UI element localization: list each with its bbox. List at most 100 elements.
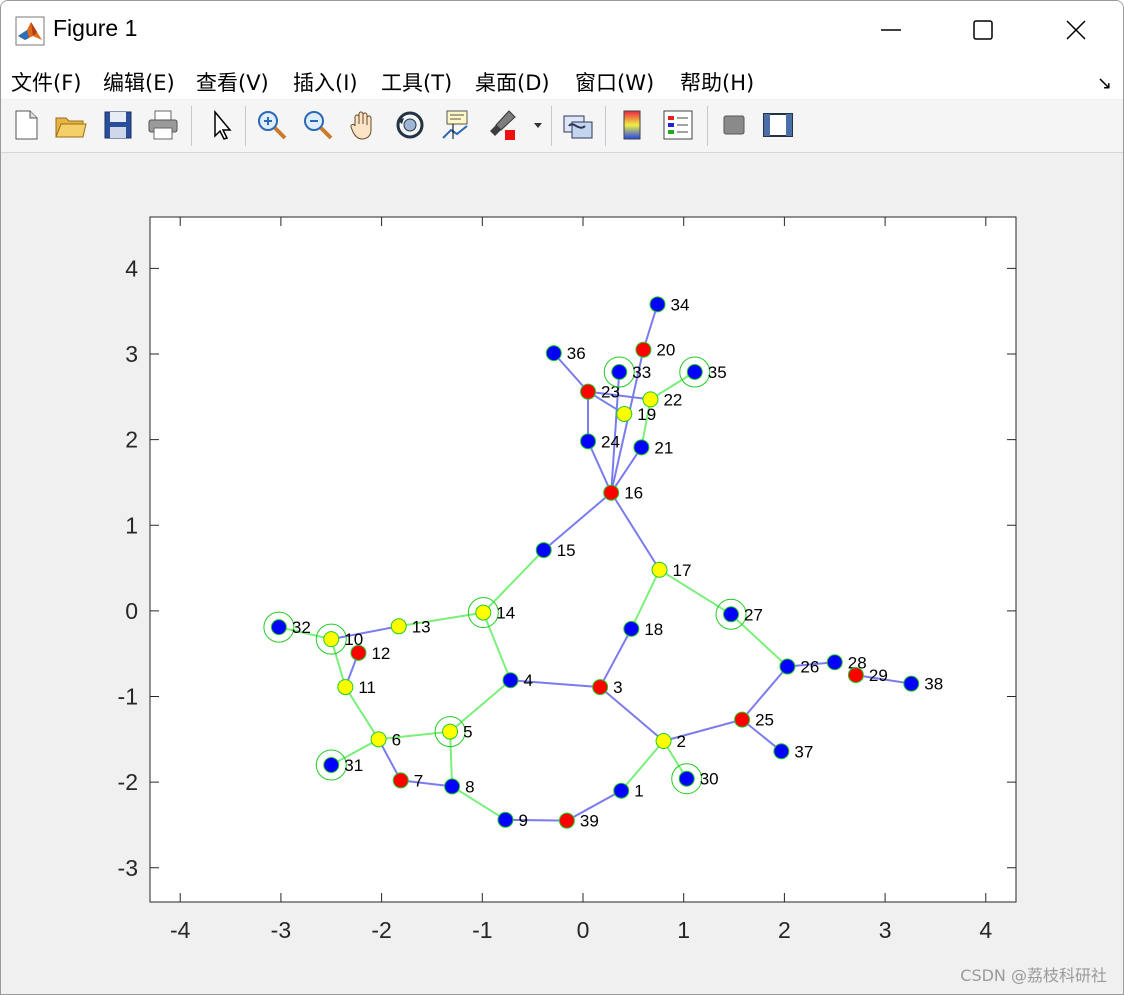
- graph-node: [580, 433, 597, 450]
- menu-insert[interactable]: 插入(I): [293, 67, 358, 97]
- graph-node: [616, 405, 633, 422]
- y-tick-label: -2: [118, 769, 138, 795]
- save-icon[interactable]: [101, 108, 135, 142]
- graph-node: [323, 631, 340, 648]
- graph-node: [655, 733, 672, 750]
- node-label: 1: [634, 782, 643, 801]
- node-label: 33: [632, 363, 651, 382]
- node-label: 39: [580, 812, 599, 831]
- new-figure-icon[interactable]: [9, 108, 43, 142]
- node-label: 34: [671, 295, 690, 314]
- graph-node: [649, 296, 666, 313]
- data-cursor-icon[interactable]: [439, 108, 473, 142]
- x-tick-label: -4: [170, 917, 191, 943]
- pan-hand-icon[interactable]: [347, 108, 381, 142]
- graph-node: [350, 644, 367, 661]
- x-tick-label: -3: [271, 917, 291, 943]
- x-tick-label: 4: [979, 917, 992, 943]
- select-arrow-icon[interactable]: [204, 108, 238, 142]
- x-tick-label: -1: [472, 917, 492, 943]
- node-label: 35: [708, 363, 727, 382]
- rotate-3d-icon[interactable]: [393, 108, 427, 142]
- title-bar[interactable]: Figure 1: [1, 1, 1123, 61]
- node-label: 3: [613, 678, 622, 697]
- node-label: 17: [673, 561, 692, 580]
- node-label: 27: [744, 605, 763, 624]
- node-label: 9: [518, 811, 527, 830]
- graph-node: [444, 778, 461, 795]
- graph-node: [502, 672, 519, 689]
- node-label: 15: [557, 541, 576, 560]
- y-tick-label: 2: [125, 427, 138, 453]
- minimize-icon: [881, 29, 901, 31]
- menu-view[interactable]: 查看(V): [196, 67, 269, 97]
- graph-node: [779, 658, 796, 675]
- graph-node: [592, 679, 609, 696]
- x-tick-label: -2: [371, 917, 391, 943]
- menu-desktop[interactable]: 桌面(D): [475, 67, 550, 97]
- node-label: 20: [656, 341, 675, 360]
- menu-file[interactable]: 文件(F): [11, 67, 81, 97]
- zoom-in-icon[interactable]: [255, 108, 289, 142]
- node-label: 16: [624, 484, 643, 503]
- graph-node: [642, 391, 659, 408]
- graph-node: [558, 812, 575, 829]
- menu-edit[interactable]: 编辑(E): [103, 67, 175, 97]
- node-label: 23: [601, 383, 620, 402]
- graph-node: [392, 772, 409, 789]
- node-label: 38: [924, 675, 943, 694]
- colorbar-icon[interactable]: [615, 108, 649, 142]
- graph-node: [475, 604, 492, 621]
- print-icon[interactable]: [146, 108, 180, 142]
- graph-node: [723, 606, 740, 623]
- y-tick-label: 3: [125, 341, 138, 367]
- zoom-out-icon[interactable]: [301, 108, 335, 142]
- graph-node: [337, 679, 354, 696]
- hide-plot-tools-icon[interactable]: [717, 108, 751, 142]
- brush-icon[interactable]: [485, 108, 519, 142]
- menu-tools[interactable]: 工具(T): [381, 67, 452, 97]
- node-label: 14: [496, 604, 515, 623]
- node-label: 8: [465, 777, 474, 796]
- maximize-icon: [973, 20, 993, 40]
- graph-edge: [505, 818, 567, 822]
- figure-window: Figure 1 文件(F) 编辑(E) 查看(V) 插入(I) 工具(T) 桌…: [0, 0, 1124, 995]
- graph-node: [773, 743, 790, 760]
- open-file-icon[interactable]: [53, 108, 87, 142]
- close-button[interactable]: [1031, 1, 1123, 59]
- graph-node: [651, 561, 668, 578]
- toolbar-separator: [551, 106, 552, 146]
- graph-node: [847, 667, 864, 684]
- menu-help[interactable]: 帮助(H): [680, 67, 754, 97]
- node-label: 36: [567, 344, 586, 363]
- brush-dropdown-icon[interactable]: [531, 108, 545, 142]
- menu-bar: 文件(F) 编辑(E) 查看(V) 插入(I) 工具(T) 桌面(D) 窗口(W…: [1, 61, 1123, 99]
- y-tick-label: 4: [125, 255, 138, 281]
- legend-icon[interactable]: [661, 108, 695, 142]
- minimize-button[interactable]: [845, 1, 937, 59]
- graph-node: [497, 811, 514, 828]
- toolbar-separator: [605, 106, 606, 146]
- graph-node: [686, 363, 703, 380]
- toolbar-separator: [191, 106, 192, 146]
- node-label: 5: [463, 723, 472, 742]
- graph-plot[interactable]: -4 -3 -2 -1 0 1 2 3 443210-1-2-31234567 891011121…: [1, 153, 1123, 994]
- node-label: 22: [663, 390, 682, 409]
- node-label: 19: [637, 405, 656, 424]
- x-tick-label: 0: [577, 917, 590, 943]
- node-label: 12: [371, 644, 390, 663]
- menu-window[interactable]: 窗口(W): [575, 67, 654, 97]
- show-plot-tools-icon[interactable]: [761, 108, 795, 142]
- maximize-button[interactable]: [937, 1, 1029, 59]
- graph-node: [390, 618, 407, 635]
- link-plot-icon[interactable]: [561, 108, 595, 142]
- node-label: 18: [644, 620, 663, 639]
- graph-node: [535, 542, 552, 559]
- watermark: CSDN @荔枝科研社: [960, 966, 1107, 985]
- dock-arrow-icon[interactable]: ↘: [1097, 73, 1112, 94]
- graph-node: [903, 675, 920, 692]
- node-label: 13: [412, 617, 431, 636]
- graph-node: [826, 654, 843, 671]
- node-label: 25: [755, 711, 774, 730]
- figure-toolbar: [1, 100, 1123, 153]
